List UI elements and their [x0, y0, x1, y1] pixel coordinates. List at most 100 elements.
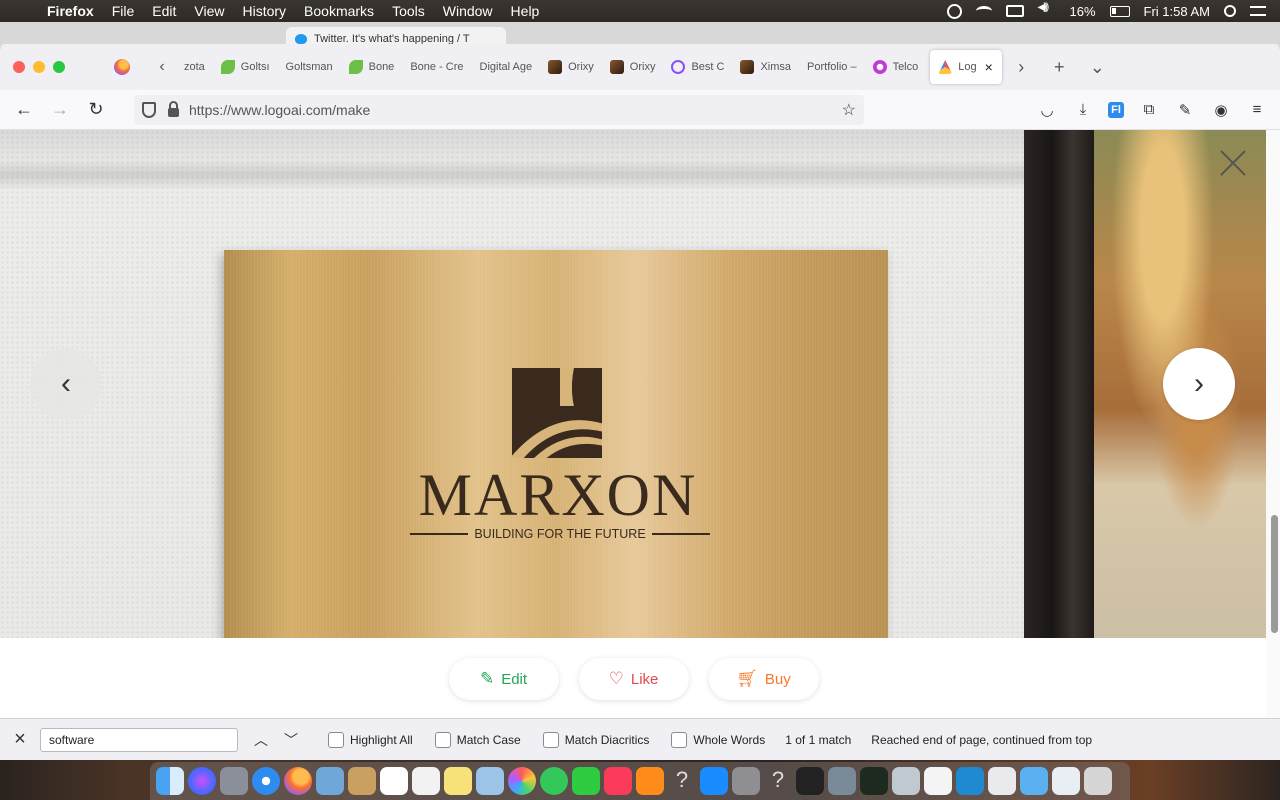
tracking-shield-icon[interactable] — [142, 101, 156, 118]
next-mockup-button[interactable]: › — [1163, 348, 1235, 420]
preview-2-icon[interactable] — [476, 767, 504, 795]
firefox-icon[interactable] — [284, 767, 312, 795]
vscode-icon[interactable] — [956, 767, 984, 795]
lock-icon[interactable] — [168, 101, 179, 117]
preview-icon[interactable] — [316, 767, 344, 795]
previous-mockup-button[interactable]: ‹ — [30, 348, 102, 420]
menubar-clock[interactable]: Fri 1:58 AM — [1144, 4, 1210, 19]
back-icon[interactable]: ← — [6, 99, 42, 120]
trash-icon[interactable] — [1084, 767, 1112, 795]
close-find-bar-icon[interactable]: × — [0, 728, 40, 751]
tab-item[interactable]: Ximsa — [732, 50, 799, 84]
reload-icon[interactable]: ↻ — [78, 99, 114, 120]
menu-window[interactable]: Window — [434, 3, 502, 19]
close-preview-icon[interactable] — [1218, 148, 1248, 178]
wifi-icon[interactable] — [975, 6, 992, 16]
volume-icon[interactable] — [1038, 2, 1056, 18]
pocket-icon[interactable]: ◡ — [1036, 101, 1058, 119]
downloads-icon[interactable]: ⤓ — [1072, 101, 1094, 118]
tab-item[interactable]: Orixy — [540, 50, 602, 84]
tab-item[interactable]: Goltsı — [213, 50, 278, 84]
downloads-folder-icon[interactable] — [1052, 767, 1080, 795]
textedit-icon[interactable] — [924, 767, 952, 795]
new-tab-icon[interactable]: + — [1040, 57, 1078, 78]
edit-button[interactable]: ✎ Edit — [448, 658, 559, 700]
checkbox-box[interactable] — [542, 731, 559, 748]
zoom-window-button[interactable] — [53, 61, 65, 73]
system-preferences-icon[interactable] — [732, 767, 760, 795]
reminders-icon[interactable] — [412, 767, 440, 795]
control-center-icon[interactable] — [1250, 6, 1266, 16]
books-icon[interactable] — [636, 767, 664, 795]
page-scrollbar[interactable] — [1271, 515, 1278, 633]
find-previous-icon[interactable]: ︿ — [246, 730, 276, 750]
like-button[interactable]: ♡ Like — [578, 658, 689, 700]
close-window-button[interactable] — [13, 61, 25, 73]
airplay-icon[interactable] — [1005, 5, 1024, 17]
url-bar[interactable]: https://www.logoai.com/make ☆ — [134, 94, 864, 125]
spotlight-icon[interactable] — [1224, 5, 1236, 17]
list-all-tabs-icon[interactable]: ⌄ — [1078, 57, 1116, 78]
notes-icon[interactable] — [444, 767, 472, 795]
notes-book-icon[interactable] — [348, 767, 376, 795]
tab-item[interactable]: Portfolio – — [799, 50, 865, 84]
tabs-scroll-right-icon[interactable]: › — [1002, 57, 1040, 78]
terminal-icon[interactable] — [796, 767, 824, 795]
tab-item[interactable]: Bone - Cre — [402, 50, 471, 84]
facetime-icon[interactable] — [572, 767, 600, 795]
checkbox-box[interactable] — [671, 731, 688, 748]
forward-icon[interactable]: → — [42, 99, 78, 120]
tab-item[interactable]: Digital Age — [472, 50, 541, 84]
tab-item[interactable]: Telco — [865, 50, 927, 84]
menu-app-name[interactable]: Firefox — [38, 3, 103, 19]
buy-button[interactable]: 🛒︎ Buy — [708, 658, 819, 700]
menu-help[interactable]: Help — [502, 3, 549, 19]
url-text[interactable]: https://www.logoai.com/make — [189, 102, 370, 118]
find-next-icon[interactable]: ﹀ — [276, 730, 306, 750]
tab-item[interactable]: Best C — [663, 50, 732, 84]
close-tab-icon[interactable]: × — [985, 59, 993, 75]
tab-item[interactable]: zota — [176, 50, 213, 84]
tab-active[interactable]: Log × — [930, 50, 1003, 84]
menu-view[interactable]: View — [185, 3, 233, 19]
tab-item[interactable]: Bone — [341, 50, 403, 84]
tabs-scroll-left-icon[interactable]: ‹ — [148, 58, 176, 76]
messages-icon[interactable] — [540, 767, 568, 795]
calendar-icon[interactable] — [380, 767, 408, 795]
extensions-puzzle-icon[interactable]: ⧉ — [1138, 101, 1160, 118]
menu-file[interactable]: File — [103, 3, 144, 19]
firefox-view-icon[interactable] — [114, 59, 130, 75]
highlight-all-checkbox[interactable]: Highlight All — [328, 731, 413, 748]
checkbox-box[interactable] — [434, 731, 451, 748]
app-store-icon[interactable] — [700, 767, 728, 795]
match-case-checkbox[interactable]: Match Case — [434, 731, 521, 748]
minimize-window-button[interactable] — [33, 61, 45, 73]
database-icon[interactable] — [988, 767, 1016, 795]
whole-words-checkbox[interactable]: Whole Words — [671, 731, 765, 748]
eyedropper-icon[interactable]: ✎ — [1174, 101, 1196, 119]
battery-percent[interactable]: 16% — [1070, 4, 1096, 19]
photos-icon[interactable] — [508, 767, 536, 795]
applications-folder-icon[interactable] — [1020, 767, 1048, 795]
unknown-app-2-icon[interactable]: ? — [764, 767, 792, 795]
music-icon[interactable] — [604, 767, 632, 795]
unknown-app-icon[interactable]: ? — [668, 767, 696, 795]
battery-icon[interactable] — [1109, 5, 1130, 17]
checkbox-box[interactable] — [328, 731, 344, 748]
safari-icon[interactable] — [252, 767, 280, 795]
account-icon[interactable]: ◉ — [1210, 101, 1232, 119]
finder-icon[interactable] — [156, 767, 184, 795]
menu-tools[interactable]: Tools — [383, 3, 434, 19]
siri-icon[interactable] — [188, 767, 216, 795]
bookmark-star-icon[interactable]: ☆ — [842, 100, 856, 120]
launchpad-icon[interactable] — [220, 767, 248, 795]
focus-icon[interactable] — [946, 3, 962, 19]
disk-utility-icon[interactable] — [892, 767, 920, 795]
menu-bookmarks[interactable]: Bookmarks — [295, 3, 383, 19]
find-input[interactable] — [40, 727, 238, 752]
tab-item[interactable]: Goltsman — [278, 50, 341, 84]
menu-edit[interactable]: Edit — [143, 3, 185, 19]
screenshot-icon[interactable] — [828, 767, 856, 795]
app-menu-icon[interactable]: ≡ — [1246, 101, 1268, 118]
tab-item[interactable]: Orixy — [602, 50, 664, 84]
